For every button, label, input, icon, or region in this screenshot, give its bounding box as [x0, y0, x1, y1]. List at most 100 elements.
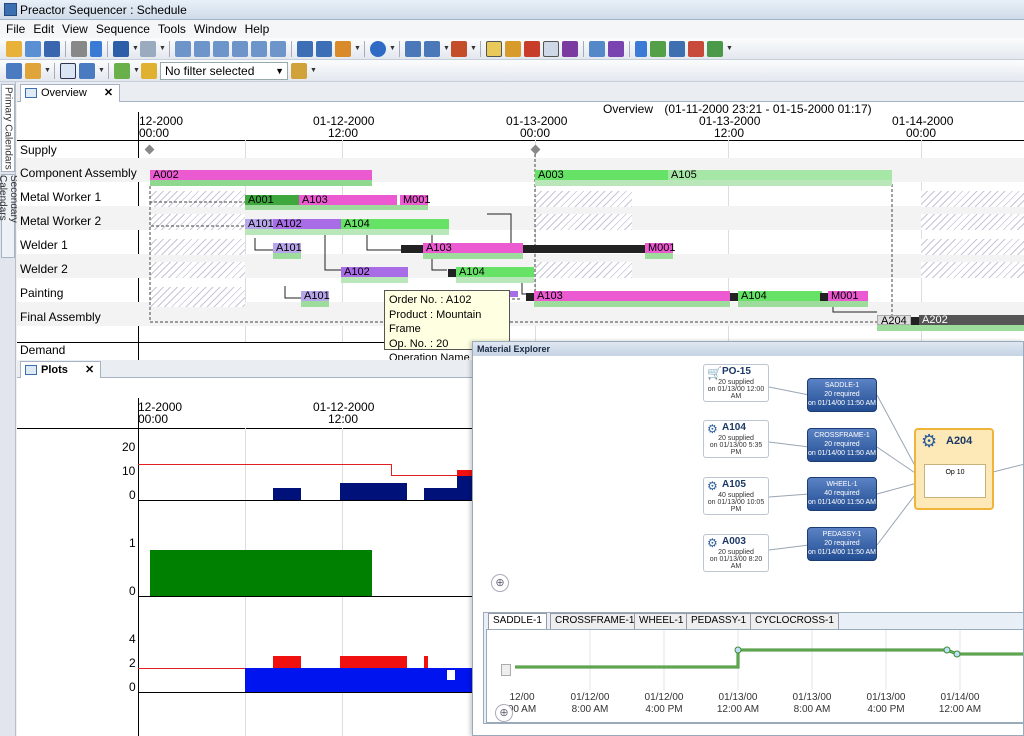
folder-icon[interactable] [25, 62, 41, 79]
menu-tools[interactable]: Tools [154, 22, 190, 36]
resource-view-icon[interactable] [213, 40, 229, 57]
menu-window[interactable]: Window [190, 22, 241, 36]
operation-bar[interactable]: A001 [245, 194, 299, 206]
menu-edit[interactable]: Edit [29, 22, 58, 36]
filter-select[interactable]: No filter selected ▼ [160, 61, 288, 80]
order-view-icon[interactable] [232, 40, 248, 57]
operation-bar[interactable]: A101 [245, 218, 274, 230]
operation-bar[interactable]: A105 [668, 169, 892, 181]
folder-dropdown-icon[interactable]: ▼ [44, 63, 51, 79]
toolbar-overflow-icon[interactable]: ▼ [726, 41, 733, 57]
operation-bar[interactable]: A101 [301, 290, 330, 302]
plot2-bar[interactable] [150, 550, 372, 596]
sequence-arrow-icon[interactable] [424, 40, 440, 57]
infinity-icon[interactable] [608, 40, 624, 57]
redo-dropdown-icon[interactable]: ▼ [159, 41, 166, 57]
chart-tab-pedassy-1[interactable]: PEDASSY-1 [686, 613, 752, 629]
tab-primary-calendars[interactable]: Primary Calendars [1, 84, 15, 172]
sort-icon[interactable] [451, 40, 467, 57]
operation-bar[interactable]: M001 [400, 194, 431, 206]
save-icon[interactable] [44, 40, 60, 57]
operation-bar[interactable]: A102 [341, 266, 408, 278]
highlight-icon[interactable] [335, 40, 351, 57]
tab-plots[interactable]: Plots ✕ [20, 361, 102, 378]
unlock-icon[interactable] [524, 40, 540, 57]
export-icon[interactable] [707, 40, 723, 57]
operation-bar[interactable]: A101 [273, 242, 302, 254]
requirement-crossframe-1[interactable]: CROSSFRAME-1 20 required on 01/14/00 11:… [807, 428, 877, 462]
redo-icon[interactable] [140, 40, 156, 57]
pointer-mode-icon[interactable] [486, 40, 502, 57]
operation-bar[interactable]: A202 [919, 314, 1024, 326]
setup-bar[interactable] [911, 317, 919, 325]
menu-sequence[interactable]: Sequence [92, 22, 154, 36]
gantt-chart[interactable]: Overview (01-11-2000 23:21 - 01-15-2000 … [17, 102, 1024, 360]
filter-edit-icon[interactable] [291, 62, 307, 79]
undo-icon[interactable] [113, 40, 129, 57]
help-icon[interactable] [370, 40, 386, 57]
chart-view-icon[interactable] [270, 40, 286, 57]
requirement-pedassy-1[interactable]: PEDASSY-1 20 required on 01/14/00 11:50 … [807, 527, 877, 561]
setup-bar[interactable] [730, 293, 738, 301]
link-mode-icon[interactable] [543, 40, 559, 57]
window-cascade-icon[interactable] [297, 40, 313, 57]
target-operation-a204[interactable]: ⚙ A204 Op 10 [914, 428, 994, 510]
operation-bar[interactable]: A104 [456, 266, 534, 278]
help-dropdown-icon[interactable]: ▼ [389, 41, 396, 57]
zoom-icon[interactable]: ⊕ [495, 704, 513, 722]
highlight-order-icon[interactable] [562, 40, 578, 57]
save-as-icon[interactable] [25, 40, 41, 57]
operation-bar[interactable]: M001 [828, 290, 868, 302]
arrow-left-icon[interactable] [114, 62, 130, 79]
check-icon[interactable] [90, 40, 102, 57]
flag-icon[interactable] [688, 40, 704, 57]
close-icon[interactable]: ✕ [85, 364, 94, 376]
gantt-layout-icon[interactable] [60, 62, 76, 79]
plot3-bar[interactable] [424, 656, 428, 668]
close-icon[interactable]: ✕ [104, 87, 113, 99]
operation-bar[interactable]: A003 [535, 169, 671, 181]
tab-overview[interactable]: Overview ✕ [20, 84, 121, 102]
zoom-icon[interactable]: ⊕ [491, 574, 509, 592]
operation-bar[interactable]: A204 [877, 315, 911, 327]
commit-icon[interactable] [635, 40, 647, 57]
layout-dropdown-icon[interactable]: ▼ [98, 63, 105, 79]
print-icon[interactable] [71, 40, 87, 57]
supply-node-po-15[interactable]: 🛒 PO-15 20 supplied on 01/13/00 12:00 AM [703, 364, 769, 402]
arrow-dropdown-icon[interactable]: ▼ [133, 63, 140, 79]
operation-bar[interactable]: A104 [341, 218, 449, 230]
operation-bar[interactable]: A103 [534, 290, 730, 302]
report-icon[interactable] [650, 40, 666, 57]
filter-dropdown-icon[interactable]: ▼ [310, 63, 317, 79]
sort-dropdown-icon[interactable]: ▼ [470, 41, 477, 57]
plot3-bar[interactable] [340, 656, 407, 668]
operation-bar[interactable]: A102 [273, 218, 341, 230]
requirement-saddle-1[interactable]: SADDLE-1 20 required on 01/14/00 11:50 A… [807, 378, 877, 412]
chart-tab-saddle-1[interactable]: SADDLE-1 [488, 613, 547, 629]
highlight-dropdown-icon[interactable]: ▼ [354, 41, 361, 57]
lock-icon[interactable] [505, 40, 521, 57]
operation-bar[interactable]: A104 [738, 290, 822, 302]
grid-view-icon[interactable] [175, 40, 191, 57]
operation-bar[interactable]: A002 [150, 169, 372, 181]
setup-bar[interactable] [820, 293, 828, 301]
filter-key-icon[interactable] [141, 62, 157, 79]
plot1-bar[interactable] [273, 488, 301, 500]
supply-node-a003[interactable]: ⚙ A003 20 supplied on 01/13/00 8:20 AM [703, 534, 769, 572]
layout-icon[interactable] [79, 62, 95, 79]
tab-secondary-calendars[interactable]: Secondary Calendars [0, 174, 19, 258]
setup-bar[interactable] [526, 293, 534, 301]
material-icon[interactable] [589, 40, 605, 57]
plot3-bar[interactable] [273, 656, 301, 668]
sequence-dropdown-icon[interactable]: ▼ [443, 41, 450, 57]
operation-bar[interactable]: A103 [299, 194, 397, 206]
sequence-forward-icon[interactable] [405, 40, 421, 57]
chart-tab-crossframe-1[interactable]: CROSSFRAME-1 [550, 613, 640, 629]
plot1-bar[interactable] [424, 488, 477, 500]
menu-view[interactable]: View [58, 22, 92, 36]
plot1-bar[interactable] [340, 483, 407, 500]
plot3-bar[interactable] [245, 668, 477, 692]
operation-bar[interactable]: M001 [645, 242, 676, 254]
undo-dropdown-icon[interactable]: ▼ [132, 41, 139, 57]
chart-tab-cyclocross-1[interactable]: CYCLOCROSS-1 [750, 613, 839, 629]
